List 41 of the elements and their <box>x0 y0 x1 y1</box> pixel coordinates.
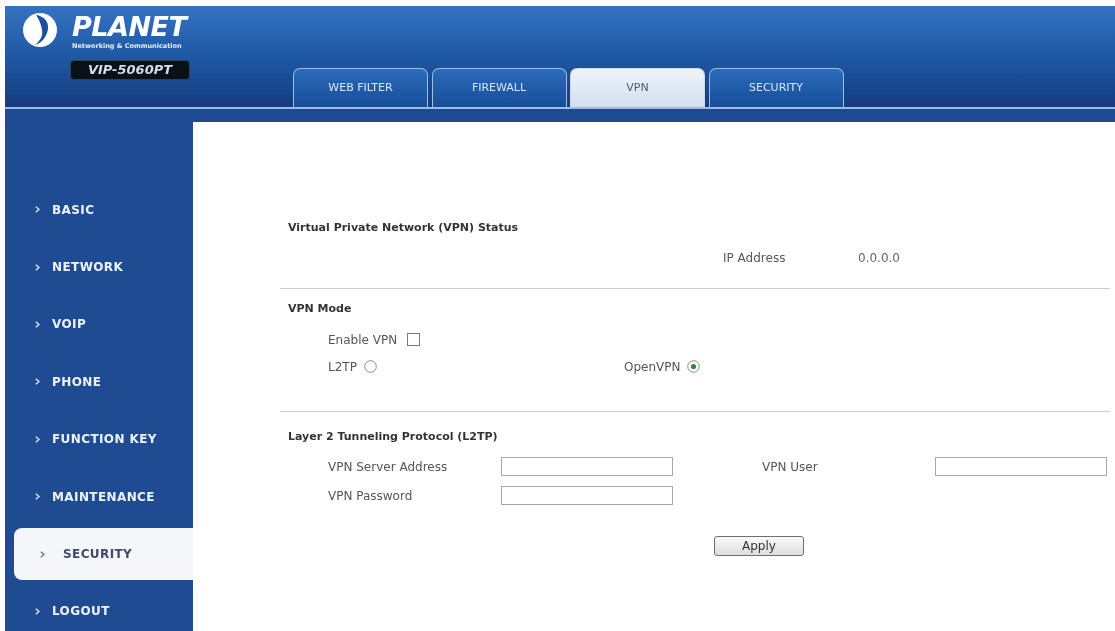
field-label: VPN Password <box>328 487 414 505</box>
circle-logo-icon <box>22 12 58 48</box>
mode-radio-button[interactable] <box>363 360 377 373</box>
chevron-icon <box>35 493 40 501</box>
chevron-icon <box>35 435 40 443</box>
brand-name: PLANET <box>72 12 187 42</box>
apply-button[interactable]: Apply <box>714 536 804 556</box>
field-label: IP Address <box>723 249 787 267</box>
model-badge: VIP-5060PT <box>70 60 190 80</box>
ip-address-value: 0.0.0.0 <box>858 249 900 267</box>
chevron-icon <box>35 607 40 615</box>
sidebar-item[interactable]: PHONE <box>5 372 102 391</box>
sidebar-item[interactable]: BASIC <box>5 200 95 219</box>
field-label: VPN User <box>762 458 819 476</box>
chevron-icon <box>35 320 40 328</box>
section-title: VPN Mode <box>288 301 353 316</box>
checkbox-label: Enable VPN <box>328 331 398 349</box>
chevron-icon <box>35 378 40 386</box>
section-title: Layer 2 Tunneling Protocol (L2TP) <box>288 429 499 444</box>
sidebar-item[interactable]: SECURITY <box>14 528 193 581</box>
chevron-icon <box>40 550 45 558</box>
field-label: VPN Server Address <box>328 458 449 476</box>
radio-label: L2TP <box>328 358 357 376</box>
chevron-icon <box>35 263 40 271</box>
nav-tab[interactable]: VPN <box>570 68 705 107</box>
mode-radio-button[interactable] <box>687 360 701 373</box>
nav-tab[interactable]: SECURITY <box>708 68 844 107</box>
sidebar-item[interactable]: LOGOUT <box>5 602 110 621</box>
sidebar-item[interactable]: MAINTENANCE <box>5 487 155 506</box>
text-input[interactable] <box>501 457 673 476</box>
nav-tab[interactable]: WEB FILTER <box>293 68 428 107</box>
sidebar-item[interactable]: NETWORK <box>5 258 124 277</box>
text-input[interactable] <box>935 457 1107 476</box>
radio-label: OpenVPN <box>624 358 681 376</box>
sidebar-item[interactable]: FUNCTION KEY <box>5 430 157 449</box>
section-title: Virtual Private Network (VPN) Status <box>288 220 520 235</box>
chevron-icon <box>35 206 40 214</box>
nav-tab[interactable]: FIREWALL <box>431 68 567 107</box>
text-input[interactable] <box>501 486 673 505</box>
enable-vpn-checkbox[interactable] <box>407 333 421 346</box>
sidebar-item[interactable]: VOIP <box>5 315 87 334</box>
